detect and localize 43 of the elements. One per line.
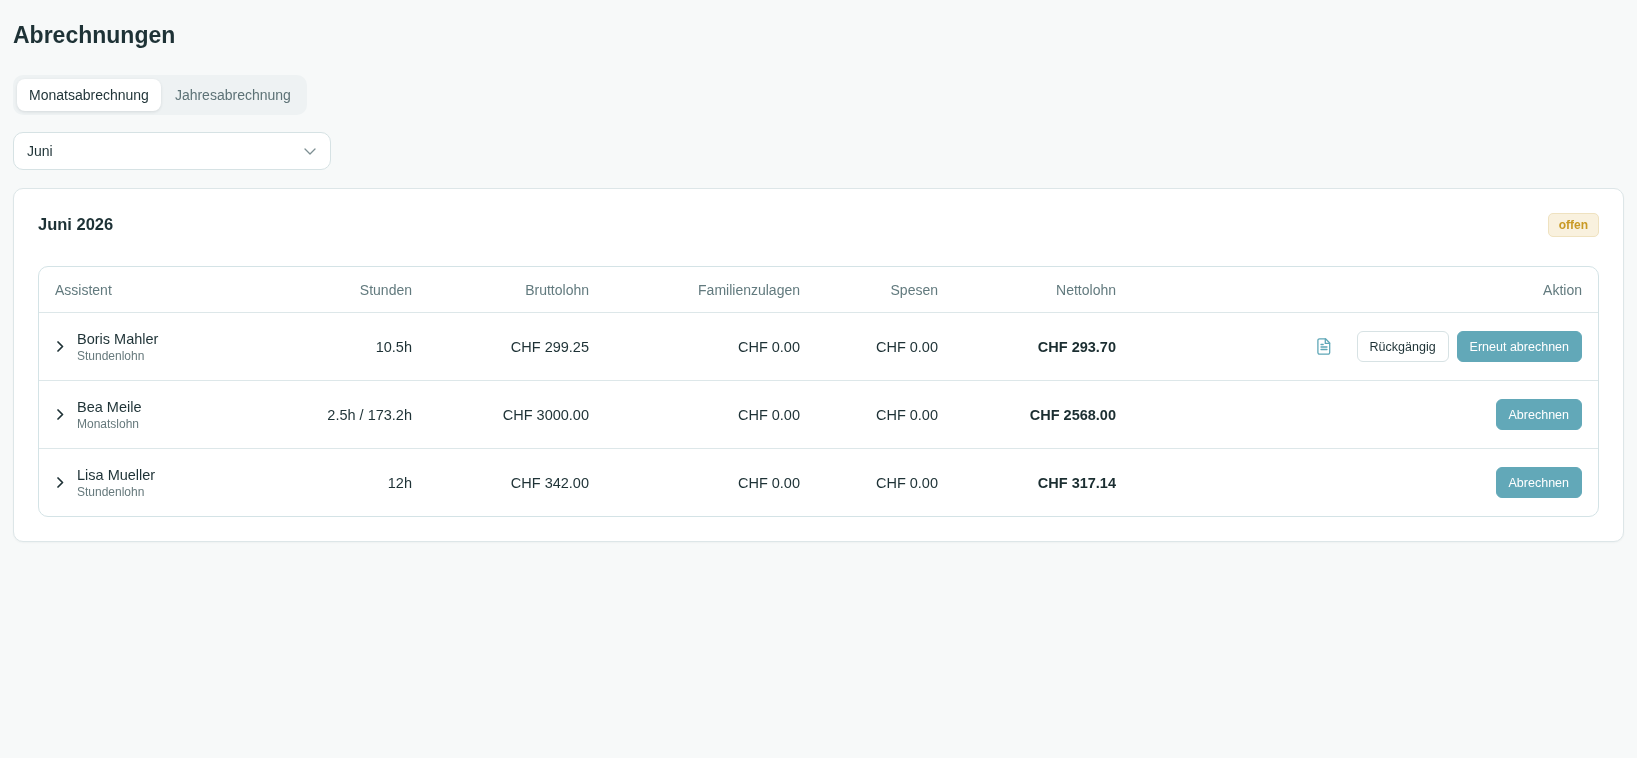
net-wage-cell: CHF 317.14 [1037,474,1116,491]
chevron-icon[interactable] [57,341,64,352]
family-allowance-cell: CHF 0.00 [737,474,800,491]
column-header: Aktion [1543,281,1582,298]
page-title: Abrechnungen [13,21,176,49]
family-allowance-cell: CHF 0.00 [737,338,800,355]
hours-cell: 12h [387,474,412,491]
settle-button[interactable]: Abrechnen [1495,467,1582,498]
hours-cell: 10.5h [375,338,412,355]
month-select[interactable]: Juni [13,132,331,170]
document-icon[interactable] [1316,338,1331,355]
period-title: Juni 2026 [38,215,114,234]
assistant-name: Boris Mahler [77,330,159,347]
gross-wage-cell: CHF 299.25 [510,338,589,355]
tab[interactable]: Monatsabrechnung [17,79,161,111]
gross-wage-cell: CHF 342.00 [510,474,589,491]
expenses-cell: CHF 0.00 [875,338,938,355]
column-header: Spesen [890,281,938,298]
assistant-name: Bea Meile [77,398,142,415]
undo-button[interactable]: Rückgängig [1356,331,1449,362]
wage-type: Monatslohn [77,416,141,431]
settle-button[interactable]: Erneut abrechnen [1456,331,1582,362]
column-header: Nettolohn [1056,281,1116,298]
status-badge: offen [1547,212,1599,237]
column-header: Bruttolohn [525,281,589,298]
wage-type: Stundenlohn [77,484,146,499]
expenses-cell: CHF 0.00 [875,406,938,423]
family-allowance-cell: CHF 0.00 [737,406,800,423]
hours-cell: 2.5h / 173.2h [327,406,412,423]
chevron-icon[interactable] [57,409,64,420]
column-header: Stunden [359,281,412,298]
tab[interactable]: Jahresabrechnung [162,79,303,111]
expenses-cell: CHF 0.00 [875,474,938,491]
chevron-down-icon [304,147,316,155]
wage-type: Stundenlohn [77,348,146,363]
assistant-name: Lisa Mueller [77,466,156,483]
net-wage-cell: CHF 293.70 [1037,338,1116,355]
column-header: Assistent [55,281,112,298]
gross-wage-cell: CHF 3000.00 [502,406,589,423]
settle-button[interactable]: Abrechnen [1495,399,1582,430]
column-header: Familienzulagen [698,281,800,298]
chevron-icon[interactable] [57,477,64,488]
net-wage-cell: CHF 2568.00 [1029,406,1116,423]
